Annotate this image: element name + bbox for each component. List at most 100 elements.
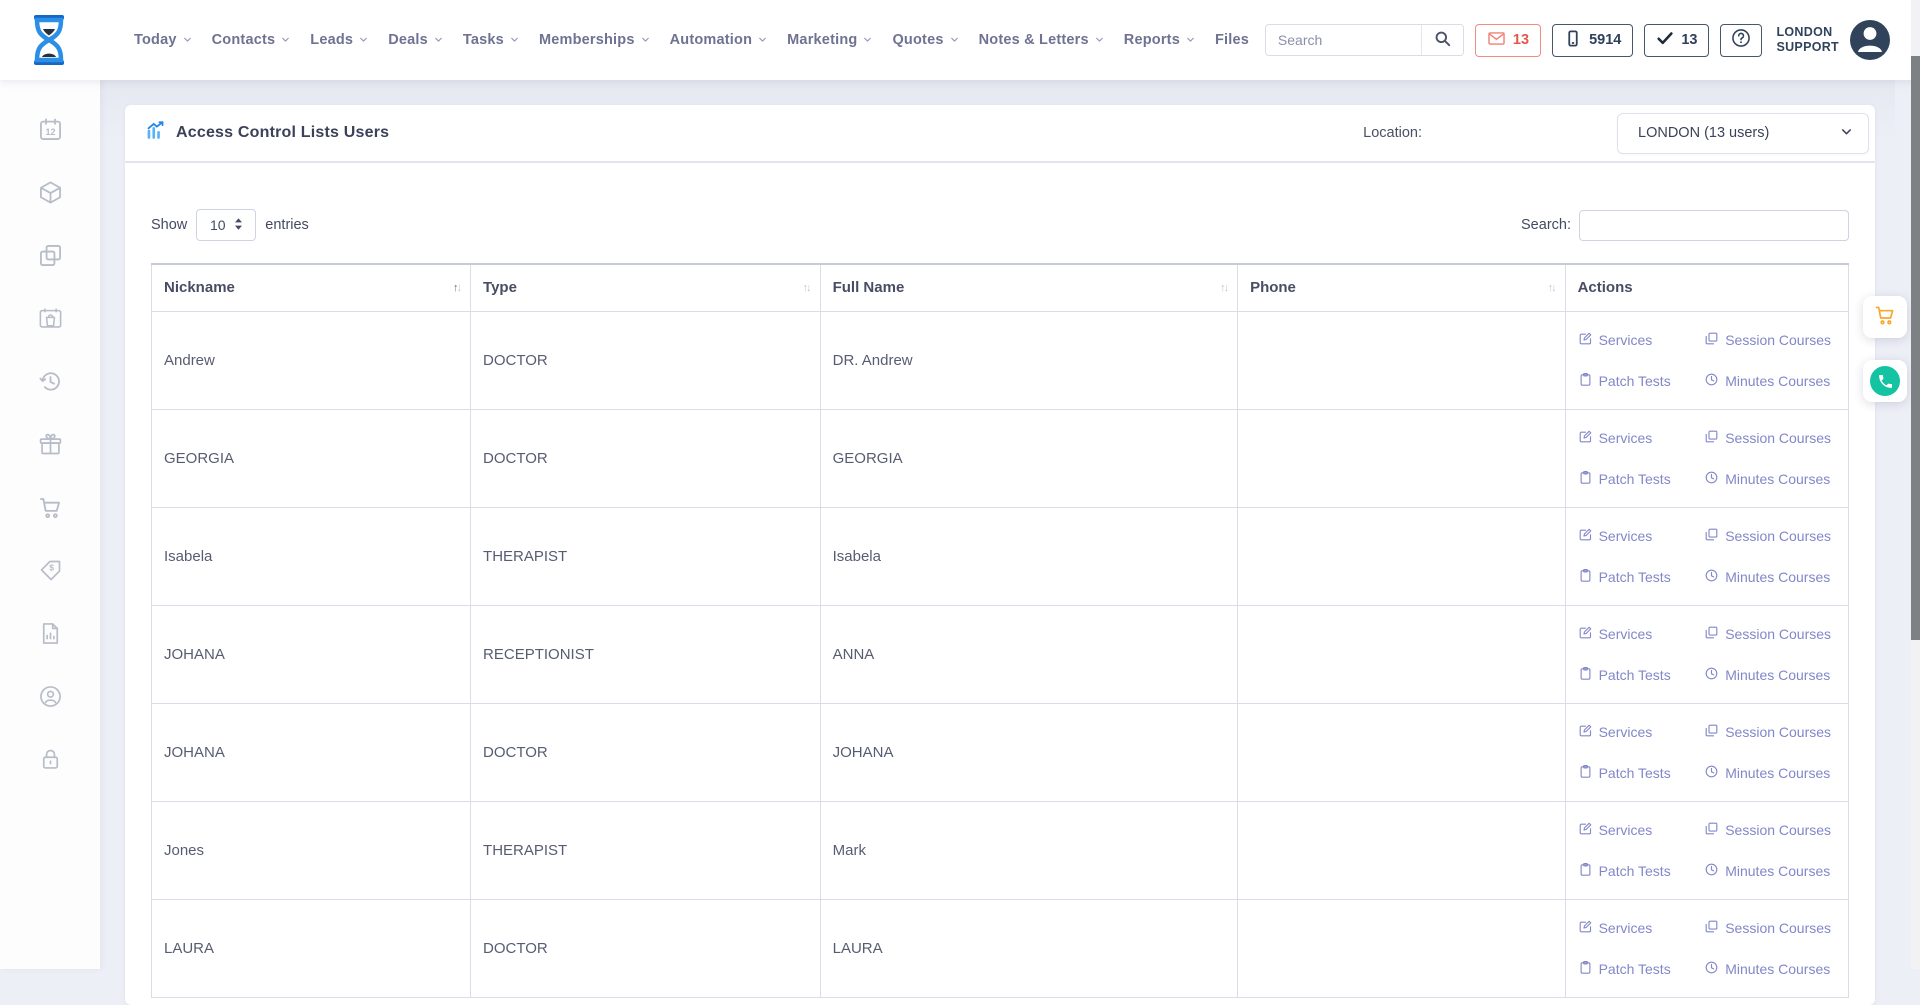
- nav-item[interactable]: Files: [1215, 32, 1249, 48]
- cell-full-name: ANNA: [820, 605, 1237, 703]
- session-courses-link[interactable]: Session Courses: [1704, 429, 1836, 447]
- patch-tests-link[interactable]: Patch Tests: [1578, 862, 1705, 880]
- chevron-down-icon: [1839, 124, 1854, 143]
- lock-icon[interactable]: [37, 746, 64, 773]
- nav-item[interactable]: Tasks: [463, 32, 520, 49]
- entries-select-value: 10: [210, 217, 226, 233]
- edit-icon: [1578, 331, 1593, 349]
- action-label: Services: [1599, 920, 1653, 936]
- action-label: Patch Tests: [1599, 373, 1671, 389]
- cell-phone: [1238, 605, 1566, 703]
- edit-icon: [1578, 527, 1593, 545]
- action-label: Services: [1599, 724, 1653, 740]
- gift-icon[interactable]: [37, 431, 64, 458]
- clock-icon: [1704, 372, 1719, 390]
- nav-item-label: Automation: [670, 32, 753, 48]
- cell-phone: [1238, 409, 1566, 507]
- nav-item[interactable]: Reports: [1124, 32, 1196, 49]
- patch-tests-link[interactable]: Patch Tests: [1578, 470, 1705, 488]
- chevron-down-icon: [1185, 32, 1196, 49]
- package-icon[interactable]: [37, 179, 64, 206]
- session-courses-link[interactable]: Session Courses: [1704, 625, 1836, 643]
- location-select[interactable]: LONDON (13 users): [1617, 113, 1869, 154]
- file-chart-icon[interactable]: [37, 620, 64, 647]
- column-header-full-name[interactable]: Full Name ↑↓: [820, 264, 1237, 311]
- floating-phone-button[interactable]: [1863, 360, 1907, 402]
- nav-item[interactable]: Marketing: [787, 32, 873, 49]
- patch-tests-link[interactable]: Patch Tests: [1578, 764, 1705, 782]
- app-logo-icon[interactable]: [26, 14, 72, 66]
- clock-icon: [1704, 470, 1719, 488]
- services-link[interactable]: Services: [1578, 723, 1705, 741]
- entries-select[interactable]: 10: [196, 209, 256, 241]
- nav-item[interactable]: Memberships: [539, 32, 651, 49]
- patch-tests-link[interactable]: Patch Tests: [1578, 666, 1705, 684]
- nav-item[interactable]: Deals: [388, 32, 444, 49]
- services-link[interactable]: Services: [1578, 331, 1705, 349]
- minutes-courses-link[interactable]: Minutes Courses: [1704, 372, 1836, 390]
- minutes-courses-link[interactable]: Minutes Courses: [1704, 862, 1836, 880]
- nav-item-label: Quotes: [892, 32, 943, 48]
- action-label: Patch Tests: [1599, 765, 1671, 781]
- calendar-bag-icon[interactable]: [37, 305, 64, 332]
- search-button[interactable]: [1421, 25, 1463, 55]
- minutes-courses-link[interactable]: Minutes Courses: [1704, 666, 1836, 684]
- nav-item[interactable]: Automation: [670, 32, 769, 49]
- cell-full-name: LAURA: [820, 899, 1237, 997]
- card-header: Access Control Lists Users Location: LON…: [125, 105, 1875, 163]
- cell-nickname: Jones: [152, 801, 471, 899]
- services-link[interactable]: Services: [1578, 527, 1705, 545]
- patch-tests-link[interactable]: Patch Tests: [1578, 372, 1705, 390]
- column-header-phone[interactable]: Phone ↑↓: [1238, 264, 1566, 311]
- avatar[interactable]: [1850, 20, 1890, 60]
- minutes-courses-link[interactable]: Minutes Courses: [1704, 470, 1836, 488]
- user-circle-icon[interactable]: [37, 683, 64, 710]
- action-label: Session Courses: [1725, 626, 1831, 642]
- cart-icon[interactable]: [37, 494, 64, 521]
- clipboard-icon: [1578, 372, 1593, 390]
- clipboard-icon: [1578, 666, 1593, 684]
- messages-button[interactable]: 13: [1475, 24, 1541, 57]
- session-courses-link[interactable]: Session Courses: [1704, 821, 1836, 839]
- nav-item[interactable]: Notes & Letters: [979, 32, 1105, 49]
- calendar-12-icon[interactable]: 12: [37, 116, 64, 143]
- main-content: Access Control Lists Users Location: LON…: [100, 80, 1895, 969]
- action-label: Services: [1599, 528, 1653, 544]
- patch-tests-link[interactable]: Patch Tests: [1578, 568, 1705, 586]
- clone-icon[interactable]: [37, 242, 64, 269]
- scrollbar-thumb[interactable]: [1911, 56, 1920, 640]
- session-courses-link[interactable]: Session Courses: [1704, 919, 1836, 937]
- clock-icon: [1704, 862, 1719, 880]
- chevron-down-icon: [862, 32, 873, 49]
- services-link[interactable]: Services: [1578, 429, 1705, 447]
- minutes-courses-link[interactable]: Minutes Courses: [1704, 764, 1836, 782]
- clipboard-icon: [1578, 470, 1593, 488]
- services-link[interactable]: Services: [1578, 919, 1705, 937]
- nav-item[interactable]: Contacts: [212, 32, 292, 49]
- session-courses-link[interactable]: Session Courses: [1704, 331, 1836, 349]
- minutes-courses-link[interactable]: Minutes Courses: [1704, 568, 1836, 586]
- calls-button[interactable]: 5914: [1552, 24, 1633, 57]
- table-row: GEORGIA DOCTOR GEORGIA Services: [152, 409, 1849, 507]
- help-button[interactable]: [1720, 24, 1762, 57]
- table-search-input[interactable]: [1579, 210, 1849, 241]
- nav-item[interactable]: Today: [134, 32, 193, 49]
- session-courses-link[interactable]: Session Courses: [1704, 723, 1836, 741]
- price-tag-icon[interactable]: $: [37, 557, 64, 584]
- column-header-type[interactable]: Type ↑↓: [471, 264, 821, 311]
- services-link[interactable]: Services: [1578, 625, 1705, 643]
- action-label: Patch Tests: [1599, 667, 1671, 683]
- tasks-button[interactable]: 13: [1644, 24, 1709, 57]
- clone-icon: [1704, 821, 1719, 839]
- nav-item[interactable]: Quotes: [892, 32, 959, 49]
- floating-cart-button[interactable]: [1863, 296, 1907, 338]
- session-courses-link[interactable]: Session Courses: [1704, 527, 1836, 545]
- column-header-nickname[interactable]: Nickname ↑↓: [152, 264, 471, 311]
- column-header-actions: Actions: [1565, 264, 1848, 311]
- nav-item[interactable]: Leads: [310, 32, 369, 49]
- services-link[interactable]: Services: [1578, 821, 1705, 839]
- cell-full-name: Mark: [820, 801, 1237, 899]
- history-icon[interactable]: [37, 368, 64, 395]
- page-scrollbar[interactable]: [1911, 0, 1920, 969]
- global-search-input[interactable]: [1266, 25, 1421, 55]
